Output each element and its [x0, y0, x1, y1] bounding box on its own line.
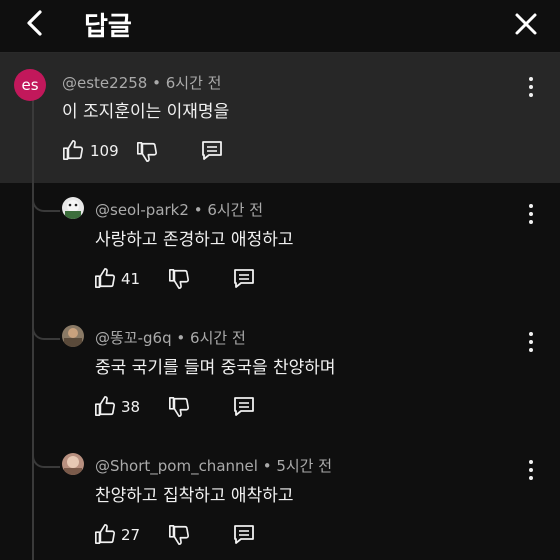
- comment-text: 이 조지훈이는 이재명을: [62, 102, 230, 122]
- reply-connector: [32, 322, 60, 340]
- comment-text: 중국 국기를 들며 중국을 찬양하며: [95, 358, 336, 378]
- thumbs-down-icon[interactable]: [168, 396, 190, 418]
- comment-text: 사랑하고 존경하고 애정하고: [95, 230, 294, 250]
- thumbs-up-icon[interactable]: [94, 395, 116, 417]
- thumbs-up-icon[interactable]: [62, 139, 84, 161]
- avatar[interactable]: es: [14, 69, 46, 101]
- close-icon[interactable]: [510, 8, 542, 40]
- avatar[interactable]: [62, 197, 84, 219]
- reply-icon[interactable]: [232, 524, 256, 546]
- header-bar: 답글: [0, 0, 560, 53]
- thumbs-down-icon[interactable]: [168, 524, 190, 546]
- more-options-icon[interactable]: [527, 459, 535, 481]
- meta-separator: •: [176, 329, 186, 347]
- reply-connector: [32, 450, 60, 468]
- comment-time: 6시간 전: [165, 74, 222, 92]
- like-count: 38: [121, 398, 141, 416]
- reply-icon[interactable]: [232, 396, 256, 418]
- page-title: 답글: [84, 12, 132, 42]
- reply-icon[interactable]: [232, 268, 256, 290]
- like-count: 41: [121, 270, 141, 288]
- thumbs-up-icon[interactable]: [94, 267, 116, 289]
- meta-separator: •: [262, 457, 272, 475]
- comment-meta: @똥꼬-g6q • 6시간 전: [95, 327, 246, 348]
- comment-meta: @este2258 • 6시간 전: [62, 72, 221, 93]
- comment-time: 6시간 전: [207, 201, 264, 219]
- comment-time: 5시간 전: [276, 457, 333, 475]
- avatar[interactable]: [62, 453, 84, 475]
- comment-time: 6시간 전: [190, 329, 246, 347]
- author-handle[interactable]: @똥꼬-g6q: [95, 329, 172, 347]
- author-handle[interactable]: @Short_pom_channel: [95, 457, 258, 475]
- back-arrow-icon[interactable]: [20, 6, 50, 40]
- more-options-icon[interactable]: [527, 203, 535, 225]
- comment-meta: @seol-park2 • 6시간 전: [95, 199, 263, 220]
- reply-connector: [32, 194, 60, 212]
- author-handle[interactable]: @seol-park2: [95, 201, 189, 219]
- more-options-icon[interactable]: [527, 76, 535, 98]
- meta-separator: •: [193, 201, 203, 219]
- like-count: 27: [121, 526, 141, 544]
- comment-text: 찬양하고 집착하고 애착하고: [95, 486, 294, 506]
- meta-separator: •: [152, 74, 161, 92]
- more-options-icon[interactable]: [527, 331, 535, 353]
- comment-meta: @Short_pom_channel • 5시간 전: [95, 455, 332, 476]
- thumbs-down-icon[interactable]: [136, 141, 158, 163]
- like-count: 109: [90, 142, 119, 160]
- thumbs-up-icon[interactable]: [94, 523, 116, 545]
- thumbs-down-icon[interactable]: [168, 268, 190, 290]
- avatar[interactable]: [62, 325, 84, 347]
- reply-icon[interactable]: [200, 140, 224, 162]
- author-handle[interactable]: @este2258: [62, 74, 147, 92]
